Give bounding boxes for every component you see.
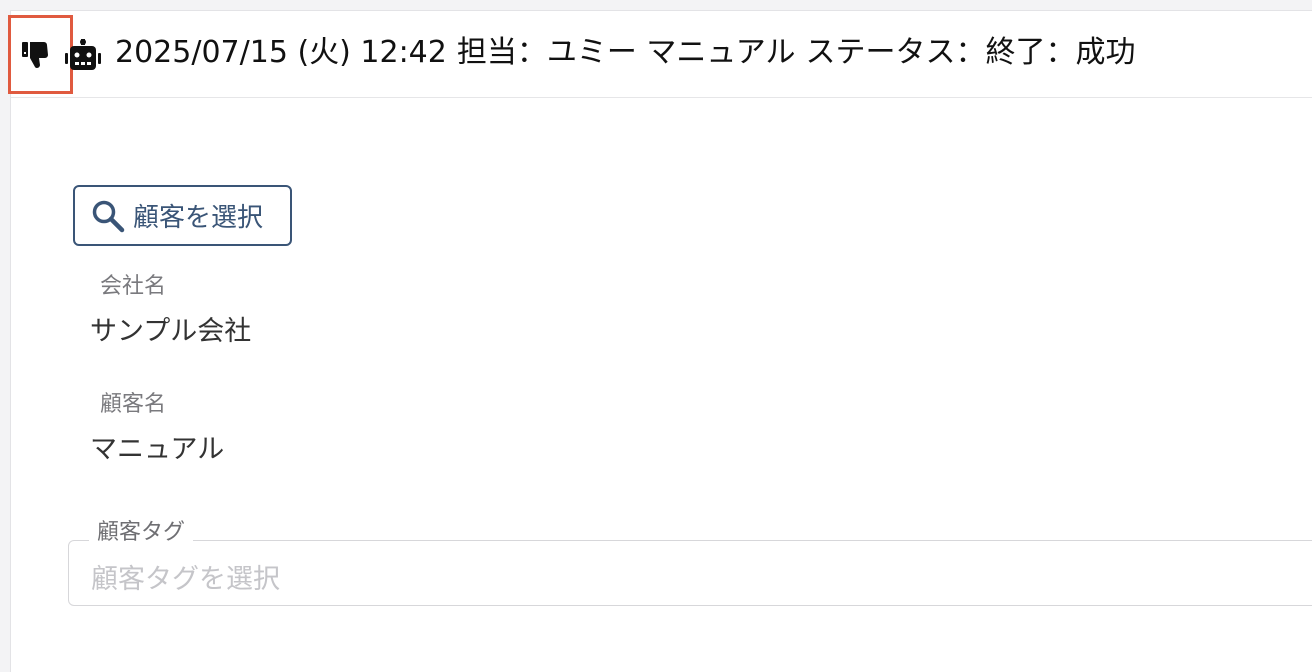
customer-name-value: マニュアル	[90, 434, 225, 465]
customer-name-label: 顧客名	[100, 392, 167, 417]
company-label: 会社名	[100, 274, 167, 299]
conversation-panel: 2025/07/15 (火) 12:42 担当：ユミー マニュアル ステータス：終了…	[8, 10, 1312, 672]
select-customer-button[interactable]: 顧客を選択	[73, 185, 292, 246]
header-status: ステータス：終了：成功	[805, 35, 1136, 70]
company-value: サンプル会社	[90, 316, 252, 347]
customer-tag-label: 顧客タグ	[89, 514, 194, 546]
search-icon	[92, 200, 125, 232]
thumbs-down-icon[interactable]	[21, 39, 55, 71]
select-customer-label: 顧客を選択	[133, 203, 264, 233]
robot-icon	[65, 39, 101, 70]
customer-tag-placeholder: 顧客タグを選択	[91, 564, 280, 595]
conversation-header: 2025/07/15 (火) 12:42 担当：ユミー マニュアル ステータス：終了…	[8, 11, 1312, 98]
header-info: 2025/07/15 (火) 12:42 担当：ユミー マニュアル ステータス：終了…	[115, 33, 1146, 73]
header-date: 2025/07/15 (火) 12:42	[115, 35, 447, 70]
header-assignee: 担当：ユミー マニュアル	[456, 35, 796, 70]
